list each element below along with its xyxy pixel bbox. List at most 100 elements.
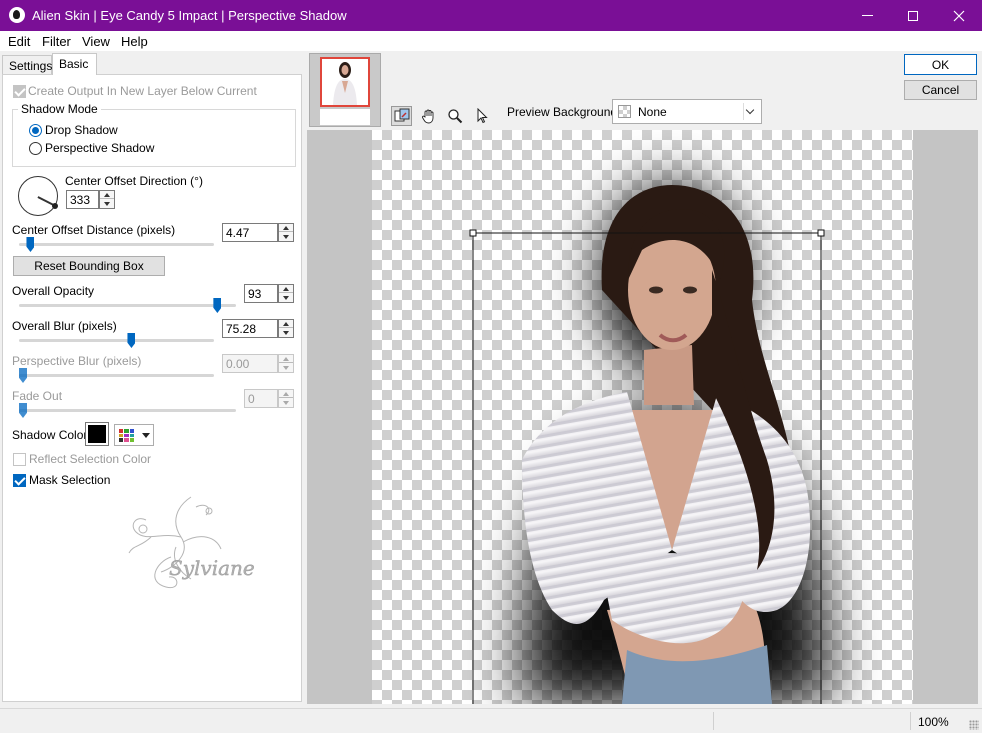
step-down-icon[interactable] [279, 294, 293, 302]
center-offset-distance-slider[interactable] [26, 237, 35, 252]
cancel-button[interactable]: Cancel [904, 80, 977, 100]
overall-opacity-field[interactable] [244, 284, 294, 303]
perspective-blur-label: Perspective Blur (pixels) [12, 354, 142, 368]
overall-blur-stepper[interactable] [278, 319, 294, 338]
step-down-icon[interactable] [100, 200, 114, 208]
fade-out-stepper[interactable] [278, 389, 294, 408]
direction-dial[interactable] [18, 176, 58, 216]
preview-navigator-thumbnail[interactable] [309, 53, 381, 127]
resize-grip-icon[interactable] [969, 720, 979, 730]
basic-settings-panel: Create Output In New Layer Below Current… [2, 74, 302, 702]
color-picker-dropdown[interactable] [114, 424, 154, 446]
maximize-button[interactable] [890, 0, 936, 31]
overall-opacity-track[interactable] [19, 304, 236, 307]
step-up-icon[interactable] [279, 355, 293, 363]
overall-opacity-stepper[interactable] [278, 284, 294, 303]
perspective-blur-input[interactable] [223, 355, 277, 372]
center-offset-direction-input[interactable] [67, 191, 98, 208]
overall-blur-field[interactable] [222, 319, 294, 338]
fade-out-label: Fade Out [12, 389, 63, 403]
shadow-color-fill [88, 425, 106, 443]
center-offset-distance-label: Center Offset Distance (pixels) [12, 223, 176, 237]
step-up-icon[interactable] [100, 191, 114, 199]
preview-background-value: None [638, 105, 667, 119]
status-separator [910, 712, 911, 730]
overall-blur-input[interactable] [223, 320, 277, 337]
step-down-icon[interactable] [279, 399, 293, 407]
preview-canvas[interactable] [372, 130, 913, 704]
step-up-icon[interactable] [279, 390, 293, 398]
maximize-icon [908, 10, 918, 21]
shadow-mode-title: Shadow Mode [18, 102, 101, 116]
pointer-tool-button[interactable] [471, 106, 492, 126]
center-offset-direction-field[interactable] [66, 190, 115, 209]
overall-opacity-input[interactable] [245, 285, 277, 302]
direction-dial-handle[interactable] [52, 203, 58, 209]
status-separator [713, 712, 714, 730]
center-offset-distance-input[interactable] [223, 224, 277, 241]
tab-settings[interactable]: Settings [2, 55, 52, 75]
menu-view[interactable]: View [82, 34, 110, 49]
shadow-mode-group [12, 109, 296, 167]
perspective-blur-slider[interactable] [19, 368, 27, 383]
step-up-icon[interactable] [279, 224, 293, 232]
ok-button[interactable]: OK [904, 54, 977, 75]
reset-bounding-box-button[interactable]: Reset Bounding Box [13, 256, 165, 276]
center-offset-distance-field[interactable] [222, 223, 294, 242]
perspective-blur-stepper[interactable] [278, 354, 294, 373]
create-output-checkbox[interactable] [13, 85, 26, 98]
mask-selection-checkbox[interactable] [13, 474, 26, 487]
overall-blur-track[interactable] [19, 339, 214, 342]
select-separator [743, 103, 744, 120]
create-output-label: Create Output In New Layer Below Current [28, 84, 257, 98]
step-down-icon[interactable] [279, 233, 293, 241]
menu-filter[interactable]: Filter [42, 34, 71, 49]
drop-shadow-radio[interactable] [29, 124, 42, 137]
fade-out-field[interactable] [244, 389, 294, 408]
fade-out-track[interactable] [19, 409, 236, 412]
step-up-icon[interactable] [279, 320, 293, 328]
tab-strip: Settings Basic [0, 53, 302, 75]
thumbnail-image [333, 62, 357, 105]
title-bar: Alien Skin | Eye Candy 5 Impact | Perspe… [0, 0, 982, 31]
window-title: Alien Skin | Eye Candy 5 Impact | Perspe… [32, 8, 347, 23]
perspective-shadow-radio[interactable] [29, 142, 42, 155]
navigate-preview-button[interactable] [391, 106, 412, 126]
menu-bar: Edit Filter View Help [0, 31, 982, 51]
center-offset-distance-track[interactable] [19, 243, 214, 246]
perspective-blur-track[interactable] [19, 374, 214, 377]
mask-selection-label: Mask Selection [29, 473, 111, 487]
overall-blur-slider[interactable] [127, 333, 136, 348]
navigator-bottom [320, 109, 370, 125]
center-offset-distance-stepper[interactable] [278, 223, 294, 242]
navigator-viewport-frame[interactable] [320, 57, 370, 107]
shadow-color-swatch[interactable] [85, 422, 109, 446]
step-down-icon[interactable] [279, 364, 293, 372]
hand-pan-icon [421, 109, 433, 124]
reflect-selection-color-checkbox[interactable] [13, 453, 26, 466]
fade-out-slider[interactable] [19, 403, 27, 418]
fade-out-input[interactable] [245, 390, 277, 407]
pan-tool-button[interactable] [418, 106, 439, 126]
alien-skin-app-icon [9, 7, 25, 23]
minimize-button[interactable] [844, 0, 890, 31]
status-bar: 100% [0, 708, 982, 733]
zoom-tool-button[interactable] [444, 106, 465, 126]
close-button[interactable] [936, 0, 982, 31]
overall-opacity-slider[interactable] [213, 298, 222, 313]
step-down-icon[interactable] [279, 329, 293, 337]
menu-edit[interactable]: Edit [8, 34, 30, 49]
minimize-icon [861, 15, 873, 16]
center-offset-direction-stepper[interactable] [99, 190, 115, 209]
transparent-swatch-icon [618, 105, 631, 118]
preview-background-select[interactable]: None [612, 99, 762, 124]
tab-basic[interactable]: Basic [52, 53, 97, 75]
watermark-text: Sylviane [169, 556, 255, 580]
zoom-level: 100% [918, 715, 949, 729]
close-icon [953, 10, 965, 21]
preview-area[interactable] [307, 130, 978, 704]
center-offset-direction-label: Center Offset Direction (°) [65, 174, 203, 188]
menu-help[interactable]: Help [121, 34, 148, 49]
perspective-blur-field[interactable] [222, 354, 294, 373]
step-up-icon[interactable] [279, 285, 293, 293]
